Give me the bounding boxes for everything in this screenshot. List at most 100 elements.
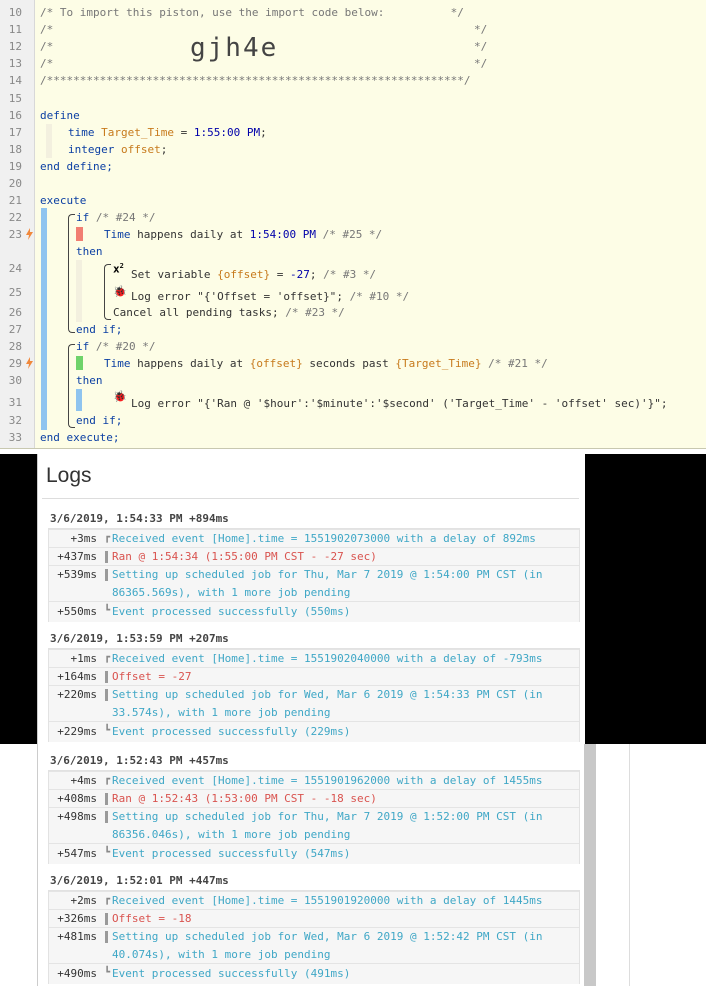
line-number: 22: [8, 211, 22, 224]
log-expression: "{'Offset = 'offset}": [197, 290, 337, 303]
log-entry-header: 3/6/2019, 1:54:33 PM +894ms: [50, 512, 229, 525]
log-message: Received event [Home].time = 15519020730…: [112, 532, 536, 545]
log-message: Received event [Home].time = 15519019620…: [112, 774, 543, 787]
import-code: gjh4e: [190, 33, 279, 63]
log-row: +490ms ┗ Event processed successfully (491…: [49, 963, 579, 984]
value: -27: [289, 268, 310, 281]
line-number: 20: [8, 177, 22, 190]
log-entry: +2ms ┏ Received event [Home].time = 155190…: [48, 890, 580, 984]
log-level-bar: [105, 689, 108, 701]
condition-operator: happens daily at: [130, 357, 250, 370]
log-message: Event processed successfully (547ms): [112, 847, 351, 860]
punctuation: ;: [260, 126, 267, 139]
line-number: 24: [8, 262, 22, 275]
punctuation: ;: [336, 290, 343, 303]
log-row: +4ms ┏ Received event [Home].time = 155190…: [49, 771, 579, 790]
statement-id-comment: /* #21 */: [488, 357, 548, 370]
branch-end-icon: ┗: [104, 605, 111, 616]
comment-open: /*: [40, 40, 54, 53]
log-entry: +1ms ┏ Received event [Home].time = 155190…: [48, 648, 580, 742]
action-block-bracket: [104, 264, 111, 320]
log-level-bar: [105, 793, 108, 805]
line-number: 11: [8, 23, 22, 36]
code-line: /* */: [40, 40, 487, 53]
log-row: +408ms Ran @ 1:52:43 (1:53:00 PM CST - -1…: [49, 789, 579, 808]
branch-start-icon: ┏: [104, 774, 111, 785]
cancel-tasks-task[interactable]: Cancel all pending tasks; /* #23 */: [113, 306, 345, 319]
task-text: Set variable: [131, 268, 218, 281]
line-number: 19: [8, 160, 22, 173]
if-block-bracket: [68, 214, 75, 333]
line-number: 30: [8, 374, 22, 387]
then-keyword: then: [76, 374, 103, 387]
execute-keyword: execute: [40, 194, 87, 207]
logs-panel: Logs 3/6/2019, 1:54:33 PM +894ms +3ms ┏ Re…: [37, 454, 585, 744]
variable-ref: {Target_Time}: [395, 357, 482, 370]
condition-true-indicator: [76, 356, 83, 370]
if-keyword: if: [76, 340, 90, 353]
statement-id-comment: /* #24 */: [95, 211, 156, 224]
line-number: 18: [8, 143, 22, 156]
log-offset: +539ms: [57, 568, 97, 581]
line-number: 21: [8, 194, 22, 207]
comment-close: */: [474, 23, 488, 36]
comment-open: /*: [40, 23, 54, 36]
statement-id-comment: /* #25 */: [322, 228, 383, 241]
line-number: 33: [8, 431, 22, 444]
log-message: Offset = -18: [112, 912, 192, 925]
condition-subject: Time: [104, 357, 131, 370]
end-execute-keyword: end execute;: [40, 431, 120, 444]
line-number-gutter: 10 11 12 13 14 15 16 17 18 19 20 21 22 2…: [0, 0, 35, 448]
log-level-bar: [105, 811, 108, 823]
log-offset: +220ms: [57, 688, 97, 701]
log-row: +3ms ┏ Received event [Home].time = 155190…: [49, 529, 579, 548]
log-error-task[interactable]: Log error "{'Offset = 'offset}"; /* #10 …: [131, 290, 409, 303]
condition[interactable]: Time happens daily at 1:54:00 PM /* #25 …: [104, 228, 382, 241]
task-text: Cancel all pending tasks;: [113, 306, 279, 319]
variable-ref: {offset}: [249, 357, 303, 370]
variable-declaration: time Target_Time = 1:55:00 PM;: [68, 126, 267, 139]
branch-end-icon: ┗: [104, 967, 111, 978]
log-message: Setting up scheduled job for Thu, Mar 7 …: [112, 810, 550, 841]
log-message: Event processed successfully (491ms): [112, 967, 351, 980]
log-entry: +4ms ┏ Received event [Home].time = 155190…: [48, 770, 580, 864]
lightning-bolt-icon: [26, 357, 33, 369]
condition-value: 1:54:00 PM: [249, 228, 316, 241]
log-message: Setting up scheduled job for Wed, Mar 6 …: [112, 930, 550, 961]
log-message: Setting up scheduled job for Wed, Mar 6 …: [112, 688, 550, 719]
log-level-bar: [105, 569, 108, 581]
variable-name: Target_Time: [101, 126, 174, 139]
log-offset: +490ms: [57, 967, 97, 980]
branch-start-icon: ┏: [104, 894, 111, 905]
divider: [42, 498, 579, 499]
branch-end-icon: ┗: [104, 847, 111, 858]
bug-icon: 🐞: [113, 285, 127, 298]
variable-icon: x2: [113, 262, 124, 276]
log-offset: +164ms: [57, 670, 97, 683]
execute-block-bar: [41, 208, 47, 430]
scrollbar[interactable]: [584, 744, 596, 986]
branch-start-icon: ┏: [104, 532, 111, 543]
log-entry-header: 3/6/2019, 1:53:59 PM +207ms: [50, 632, 229, 645]
then-keyword: then: [76, 245, 103, 258]
log-offset: +326ms: [57, 912, 97, 925]
line-number: 13: [8, 57, 22, 70]
define-keyword: define: [40, 109, 80, 122]
punctuation: ;: [660, 397, 668, 410]
end-if-keyword: end if;: [76, 414, 123, 427]
statement-id-comment: /* #3 */: [323, 268, 377, 281]
comment-close: */: [474, 57, 488, 70]
variable-value: 1:55:00 PM: [193, 126, 261, 139]
log-row: +550ms ┗ Event processed successfully (550…: [49, 601, 579, 622]
set-variable-task[interactable]: Set variable {offset} = -27; /* #3 */: [131, 268, 376, 281]
log-offset: +437ms: [57, 550, 97, 563]
log-message: Ran @ 1:54:34 (1:55:00 PM CST - -27 sec): [112, 550, 377, 563]
line-number: 26: [8, 306, 22, 319]
operator: =: [173, 126, 194, 139]
then-block-bar: [76, 389, 82, 411]
end-if-keyword: end if;: [76, 323, 123, 336]
log-message: Setting up scheduled job for Thu, Mar 7 …: [112, 568, 550, 599]
condition[interactable]: Time happens daily at {offset} seconds p…: [104, 357, 548, 370]
type-keyword: time: [68, 126, 95, 139]
log-error-task[interactable]: Log error "{'Ran @ '$hour':'$minute':'$s…: [131, 397, 667, 410]
